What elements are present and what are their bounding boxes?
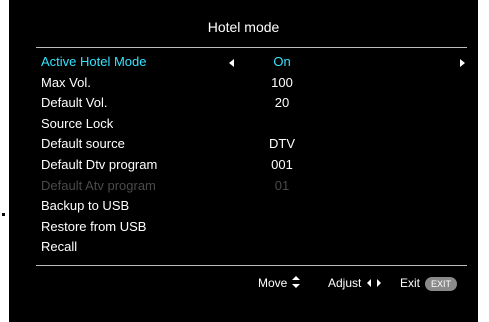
menu-item-label: Source Lock <box>41 115 114 131</box>
menu-item-label: Default Atv program <box>41 177 156 193</box>
menu-item-label: Restore from USB <box>41 218 147 234</box>
menu-item-value: 001 <box>271 156 293 172</box>
menu-item-label: Active Hotel Mode <box>41 54 147 69</box>
adjust-hint-label: Adjust <box>328 276 362 290</box>
menu-item-value: DTV <box>269 136 295 152</box>
exit-hint[interactable]: Exit EXIT <box>400 276 458 291</box>
hotel-mode-menu: Active Hotel Mode On Max Vol. 100 Defaul… <box>36 52 467 258</box>
menu-title: Hotel mode <box>207 19 280 35</box>
menu-item-default-atv-program: Default Atv program 01 <box>36 176 467 197</box>
up-down-arrows-icon <box>292 276 301 288</box>
move-hint: Move <box>258 276 301 290</box>
menu-item-max-vol[interactable]: Max Vol. 100 <box>36 73 467 94</box>
menu-item-value: 20 <box>274 95 290 111</box>
menu-item-restore-from-usb[interactable]: Restore from USB <box>36 217 467 238</box>
menu-item-value: On <box>273 54 291 69</box>
menu-item-active-hotel-mode[interactable]: Active Hotel Mode On <box>36 52 467 73</box>
exit-button[interactable]: EXIT <box>425 277 458 291</box>
menu-item-recall[interactable]: Recall <box>36 237 467 258</box>
title-divider <box>36 47 467 48</box>
menu-item-label: Max Vol. <box>41 74 91 90</box>
menu-item-default-vol[interactable]: Default Vol. 20 <box>36 93 467 114</box>
menu-item-label: Default source <box>41 136 125 152</box>
menu-item-label: Default Dtv program <box>41 156 158 172</box>
hotel-mode-osd: Hotel mode Active Hotel Mode On Max Vol.… <box>9 0 478 322</box>
menu-item-value: 100 <box>271 74 293 90</box>
move-hint-label: Move <box>258 276 288 290</box>
key-hint-bar: Move Adjust Exit EXIT <box>9 272 478 294</box>
exit-hint-label: Exit <box>400 276 421 290</box>
menu-item-value: 01 <box>274 177 290 193</box>
menu-item-default-source[interactable]: Default source DTV <box>36 134 467 155</box>
edge-marker <box>2 213 5 216</box>
right-arrow-icon[interactable] <box>460 59 465 67</box>
menu-item-label: Recall <box>41 239 78 255</box>
menu-item-label: Backup to USB <box>41 198 130 214</box>
adjust-hint: Adjust <box>328 276 382 290</box>
menu-item-default-dtv-program[interactable]: Default Dtv program 001 <box>36 155 467 176</box>
menu-item-label: Default Vol. <box>41 95 108 111</box>
footer-divider <box>36 265 467 266</box>
menu-item-backup-to-usb[interactable]: Backup to USB <box>36 196 467 217</box>
menu-item-source-lock[interactable]: Source Lock <box>36 114 467 135</box>
left-right-arrows-icon <box>367 279 382 287</box>
